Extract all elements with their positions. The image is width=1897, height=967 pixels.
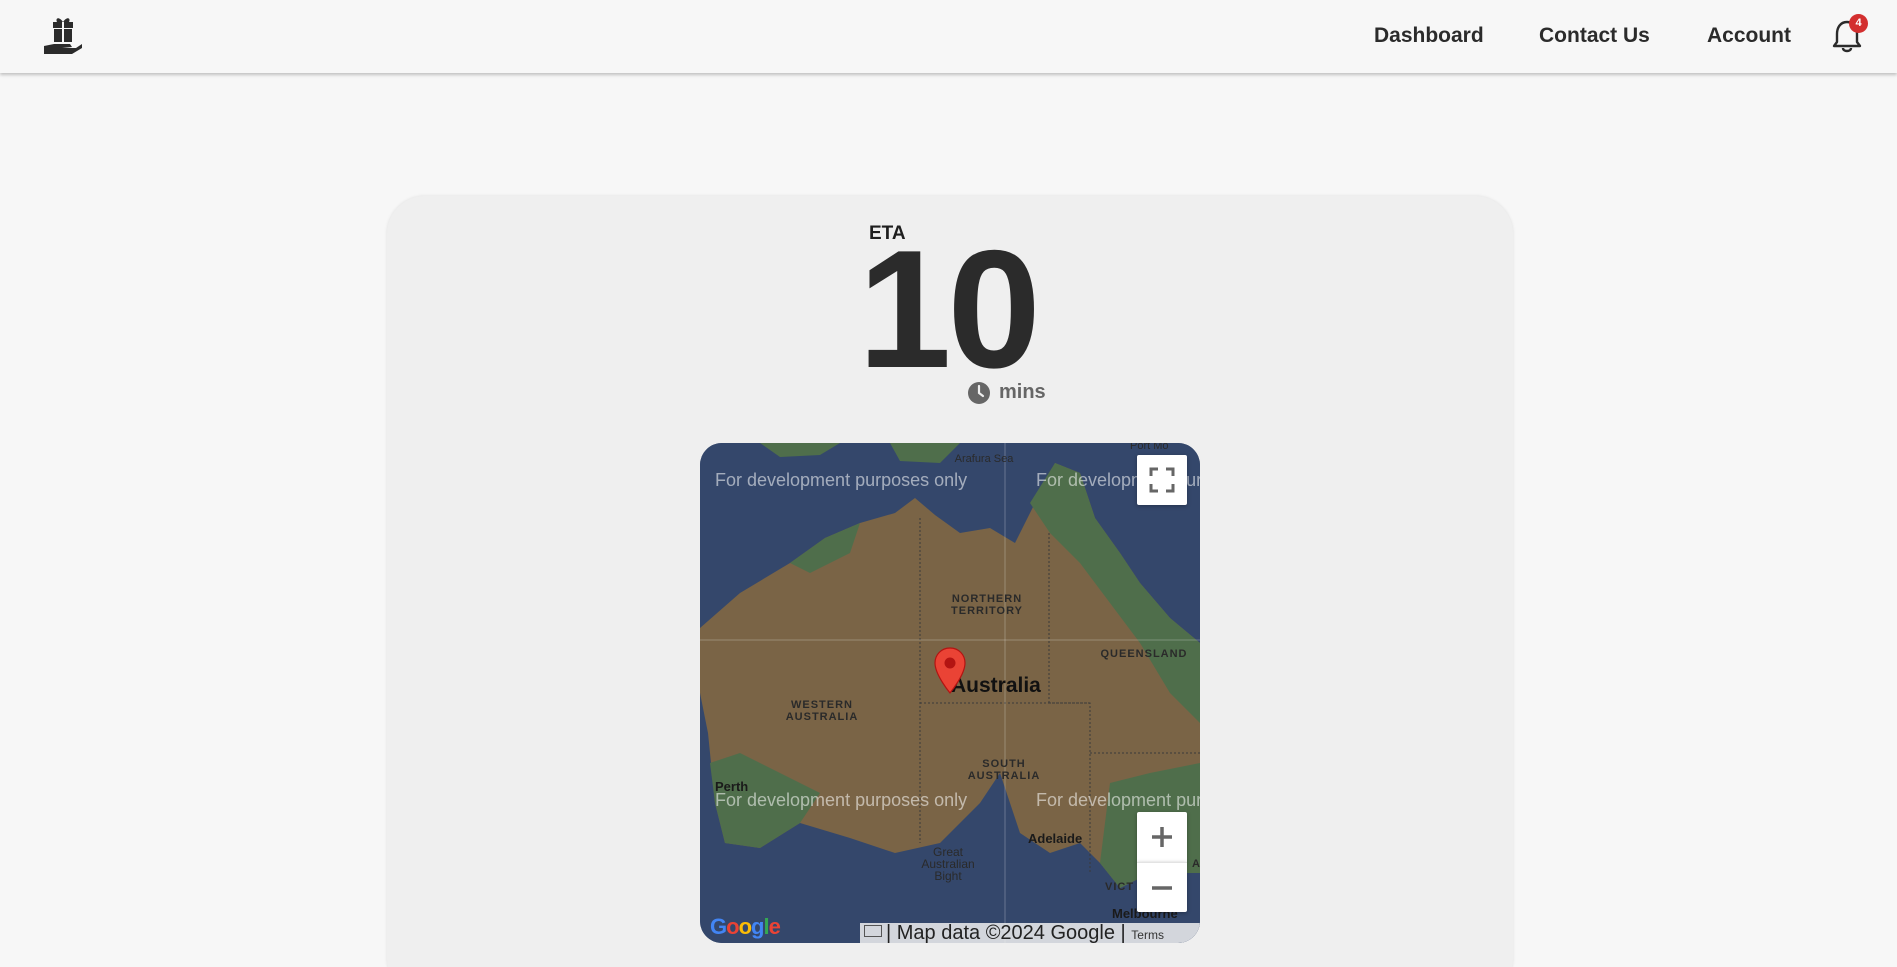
terms-link[interactable]: Terms: [1131, 928, 1164, 942]
map-label-arafura-sea: Arafura Sea: [954, 453, 1014, 465]
map-label-great-australian-bight: Great Australian Bight: [921, 845, 975, 883]
map-label-queensland: QUEENSLAND: [1100, 648, 1188, 660]
nav-account[interactable]: Account: [1707, 24, 1791, 48]
dev-watermark: For development purposes only: [715, 790, 968, 810]
map-label-port: Port Mo: [1130, 443, 1169, 452]
map-label-a: A: [1192, 858, 1200, 870]
eta-value: 10: [858, 215, 1041, 403]
clock-icon: [968, 382, 990, 404]
dev-watermark: For development purposes only: [715, 470, 968, 490]
eta-unit: mins: [999, 381, 1046, 403]
top-navbar: Dashboard Contact Us Account 4: [0, 0, 1897, 73]
map-label-south-australia: SOUTH AUSTRALIA: [967, 758, 1041, 782]
dev-watermark: For development purposes only: [1036, 790, 1200, 810]
nav-dashboard[interactable]: Dashboard: [1374, 24, 1484, 48]
map-city-perth: Perth: [715, 779, 749, 794]
map-view[interactable]: For development purposes only For develo…: [700, 443, 1200, 943]
map-marker-pin-icon[interactable]: [933, 647, 967, 695]
map-label-northern-territory: NORTHERN TERRITORY: [951, 593, 1023, 617]
fullscreen-icon: [1149, 467, 1175, 493]
notification-badge: 4: [1849, 14, 1868, 33]
map-city-adelaide: Adelaide: [1028, 831, 1083, 846]
plus-icon: [1152, 827, 1172, 847]
map-attribution: | Map data ©2024 Google | Terms: [860, 923, 1200, 943]
zoom-in-button[interactable]: [1137, 812, 1187, 862]
gift-hand-icon[interactable]: [42, 16, 84, 56]
keyboard-shortcuts-icon[interactable]: [864, 925, 882, 937]
fullscreen-button[interactable]: [1137, 455, 1187, 505]
map-label-western-australia: WESTERN AUSTRALIA: [785, 699, 859, 723]
map-data-text: | Map data ©2024 Google |: [886, 923, 1126, 943]
google-logo[interactable]: Google: [710, 914, 781, 940]
zoom-out-button[interactable]: [1137, 862, 1187, 912]
nav-contact-us[interactable]: Contact Us: [1539, 24, 1650, 48]
minus-icon: [1152, 886, 1172, 890]
